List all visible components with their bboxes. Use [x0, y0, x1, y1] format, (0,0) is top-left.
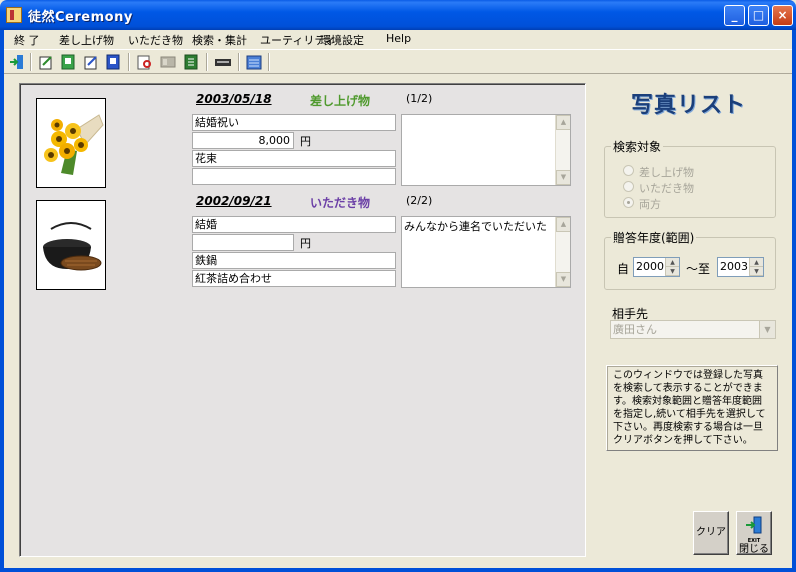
card-reader-icon[interactable]	[214, 53, 232, 71]
record-2-counter: (2/2)	[406, 194, 433, 207]
partner-value: 廣田さん	[613, 323, 657, 336]
maximize-button[interactable]: □	[748, 5, 769, 26]
record-2-memo[interactable]: みんなから連名でいただいた ▲ ▼	[401, 216, 571, 288]
record-2-date: 2002/09/21	[196, 194, 272, 208]
edit-given-icon[interactable]	[37, 53, 55, 71]
scroll-up-icon[interactable]: ▲	[556, 115, 570, 130]
record-2-amount-field[interactable]	[192, 234, 294, 251]
year-from-arrows[interactable]: ▲ ▼	[665, 258, 679, 276]
iron-pot-image	[43, 222, 102, 271]
menu-received[interactable]: いただき物	[128, 32, 183, 48]
record-2-category: いただき物	[310, 196, 371, 210]
exit-icon[interactable]	[8, 53, 26, 71]
client-area: 2003/05/18 差し上げ物 (1/2) 結婚祝い 8,000 円 花束 ▲…	[4, 75, 792, 568]
list-given-icon[interactable]	[59, 53, 77, 71]
spin-up-icon: ▲	[666, 258, 679, 267]
record-2-memo-scrollbar[interactable]: ▲ ▼	[555, 217, 570, 287]
scroll-up-icon[interactable]: ▲	[556, 217, 570, 232]
record-1-yen-label: 円	[300, 135, 311, 148]
year-to-arrows[interactable]: ▲ ▼	[749, 258, 763, 276]
list-received-icon[interactable]	[104, 53, 122, 71]
radio-both-label: 両方	[639, 198, 661, 211]
spin-down-icon: ▼	[666, 267, 679, 276]
record-2-item-field[interactable]: 鉄鍋	[192, 252, 396, 269]
year-from-label: 自	[617, 262, 630, 276]
record-1-date: 2003/05/18	[196, 92, 272, 106]
radio-both-dot[interactable]	[623, 197, 634, 208]
close-label: 閉じる	[739, 544, 769, 555]
spin-up-icon: ▲	[750, 258, 763, 267]
exit-door-icon	[746, 516, 762, 534]
year-to-label: 〜至	[686, 262, 711, 276]
menu-settings[interactable]: 環境設定	[320, 32, 364, 48]
record-2-photo[interactable]	[36, 200, 106, 290]
close-button[interactable]: EXIT 閉じる	[736, 511, 772, 555]
title-bar[interactable]: 徒然Ceremony _ □ ×	[0, 0, 796, 30]
toolbar-separator	[206, 53, 208, 71]
radio-given-label: 差し上げ物	[639, 166, 694, 179]
minimize-button[interactable]: _	[724, 5, 745, 26]
window-title: 徒然Ceremony	[28, 10, 133, 25]
year-range-group: 贈答年度(範囲) 自 2000 ▲ ▼ 〜至 2003 ▲ ▼	[604, 229, 776, 290]
photo-results-panel: 2003/05/18 差し上げ物 (1/2) 結婚祝い 8,000 円 花束 ▲…	[19, 83, 586, 557]
spin-down-icon: ▼	[750, 267, 763, 276]
record-2-memo-text: みんなから連名でいただいた	[404, 220, 547, 233]
search-icon[interactable]	[136, 53, 154, 71]
year-to-spinner[interactable]: 2003 ▲ ▼	[717, 257, 764, 277]
year-from-value: 2000	[636, 260, 664, 273]
photo-list-heading: 写真リスト	[631, 93, 747, 118]
toolbar	[4, 49, 792, 74]
record-1-purpose-field[interactable]: 結婚祝い	[192, 114, 396, 131]
scroll-down-icon[interactable]: ▼	[556, 170, 570, 185]
calendar-icon[interactable]	[245, 53, 263, 71]
menu-bar: 終 了 差し上げ物 いただき物 検索・集計 ユーティリティ 環境設定 Help	[4, 30, 792, 48]
record-1-category: 差し上げ物	[310, 94, 371, 108]
edit-received-icon[interactable]	[82, 53, 100, 71]
clear-button[interactable]: クリア	[693, 511, 729, 555]
toolbar-separator	[238, 53, 240, 71]
record-1-extra-field[interactable]	[192, 168, 396, 185]
partner-dropdown[interactable]: 廣田さん ▼	[610, 320, 776, 339]
toolbar-separator	[30, 53, 32, 71]
menu-help[interactable]: Help	[386, 32, 411, 45]
record-2-purpose-field[interactable]: 結婚	[192, 216, 396, 233]
radio-received[interactable]: いただき物	[623, 180, 703, 195]
sunflower-bouquet-image	[44, 114, 104, 175]
scroll-down-icon[interactable]: ▼	[556, 272, 570, 287]
chevron-down-icon[interactable]: ▼	[759, 321, 775, 338]
report-icon[interactable]	[159, 53, 177, 71]
radio-given-dot[interactable]	[623, 165, 634, 176]
record-1-memo[interactable]: ▲ ▼	[401, 114, 571, 186]
radio-received-label: いただき物	[639, 182, 694, 195]
radio-given[interactable]: 差し上げ物	[623, 164, 703, 179]
record-2-yen-label: 円	[300, 237, 311, 250]
record-1-counter: (1/2)	[406, 92, 433, 105]
help-text-box: このウィンドウでは登録した写真を検索して表示することができます。検索対象範囲と贈…	[606, 365, 778, 451]
window-border-bottom	[0, 568, 796, 572]
search-target-group: 検索対象 差し上げ物 いただき物 両方	[604, 138, 776, 218]
record-1-item-field[interactable]: 花束	[192, 150, 396, 167]
radio-received-dot[interactable]	[623, 181, 634, 192]
menu-given[interactable]: 差し上げ物	[59, 32, 114, 48]
close-window-button[interactable]: ×	[772, 5, 793, 26]
year-from-spinner[interactable]: 2000 ▲ ▼	[633, 257, 680, 277]
toolbar-separator	[128, 53, 130, 71]
search-target-label: 検索対象	[611, 138, 664, 155]
radio-both[interactable]: 両方	[623, 196, 703, 211]
ledger-icon[interactable]	[182, 53, 200, 71]
record-2-extra-field[interactable]: 紅茶詰め合わせ	[192, 270, 396, 287]
app-icon[interactable]	[6, 7, 22, 23]
record-1-memo-scrollbar[interactable]: ▲ ▼	[555, 115, 570, 185]
year-range-label: 贈答年度(範囲)	[611, 229, 697, 246]
menu-exit[interactable]: 終 了	[14, 32, 40, 48]
toolbar-separator	[268, 53, 270, 71]
record-1-photo[interactable]	[36, 98, 106, 188]
window-border-right	[792, 30, 796, 572]
menu-search[interactable]: 検索・集計	[192, 32, 247, 48]
year-to-value: 2003	[720, 260, 748, 273]
record-1-amount-field[interactable]: 8,000	[192, 132, 294, 149]
